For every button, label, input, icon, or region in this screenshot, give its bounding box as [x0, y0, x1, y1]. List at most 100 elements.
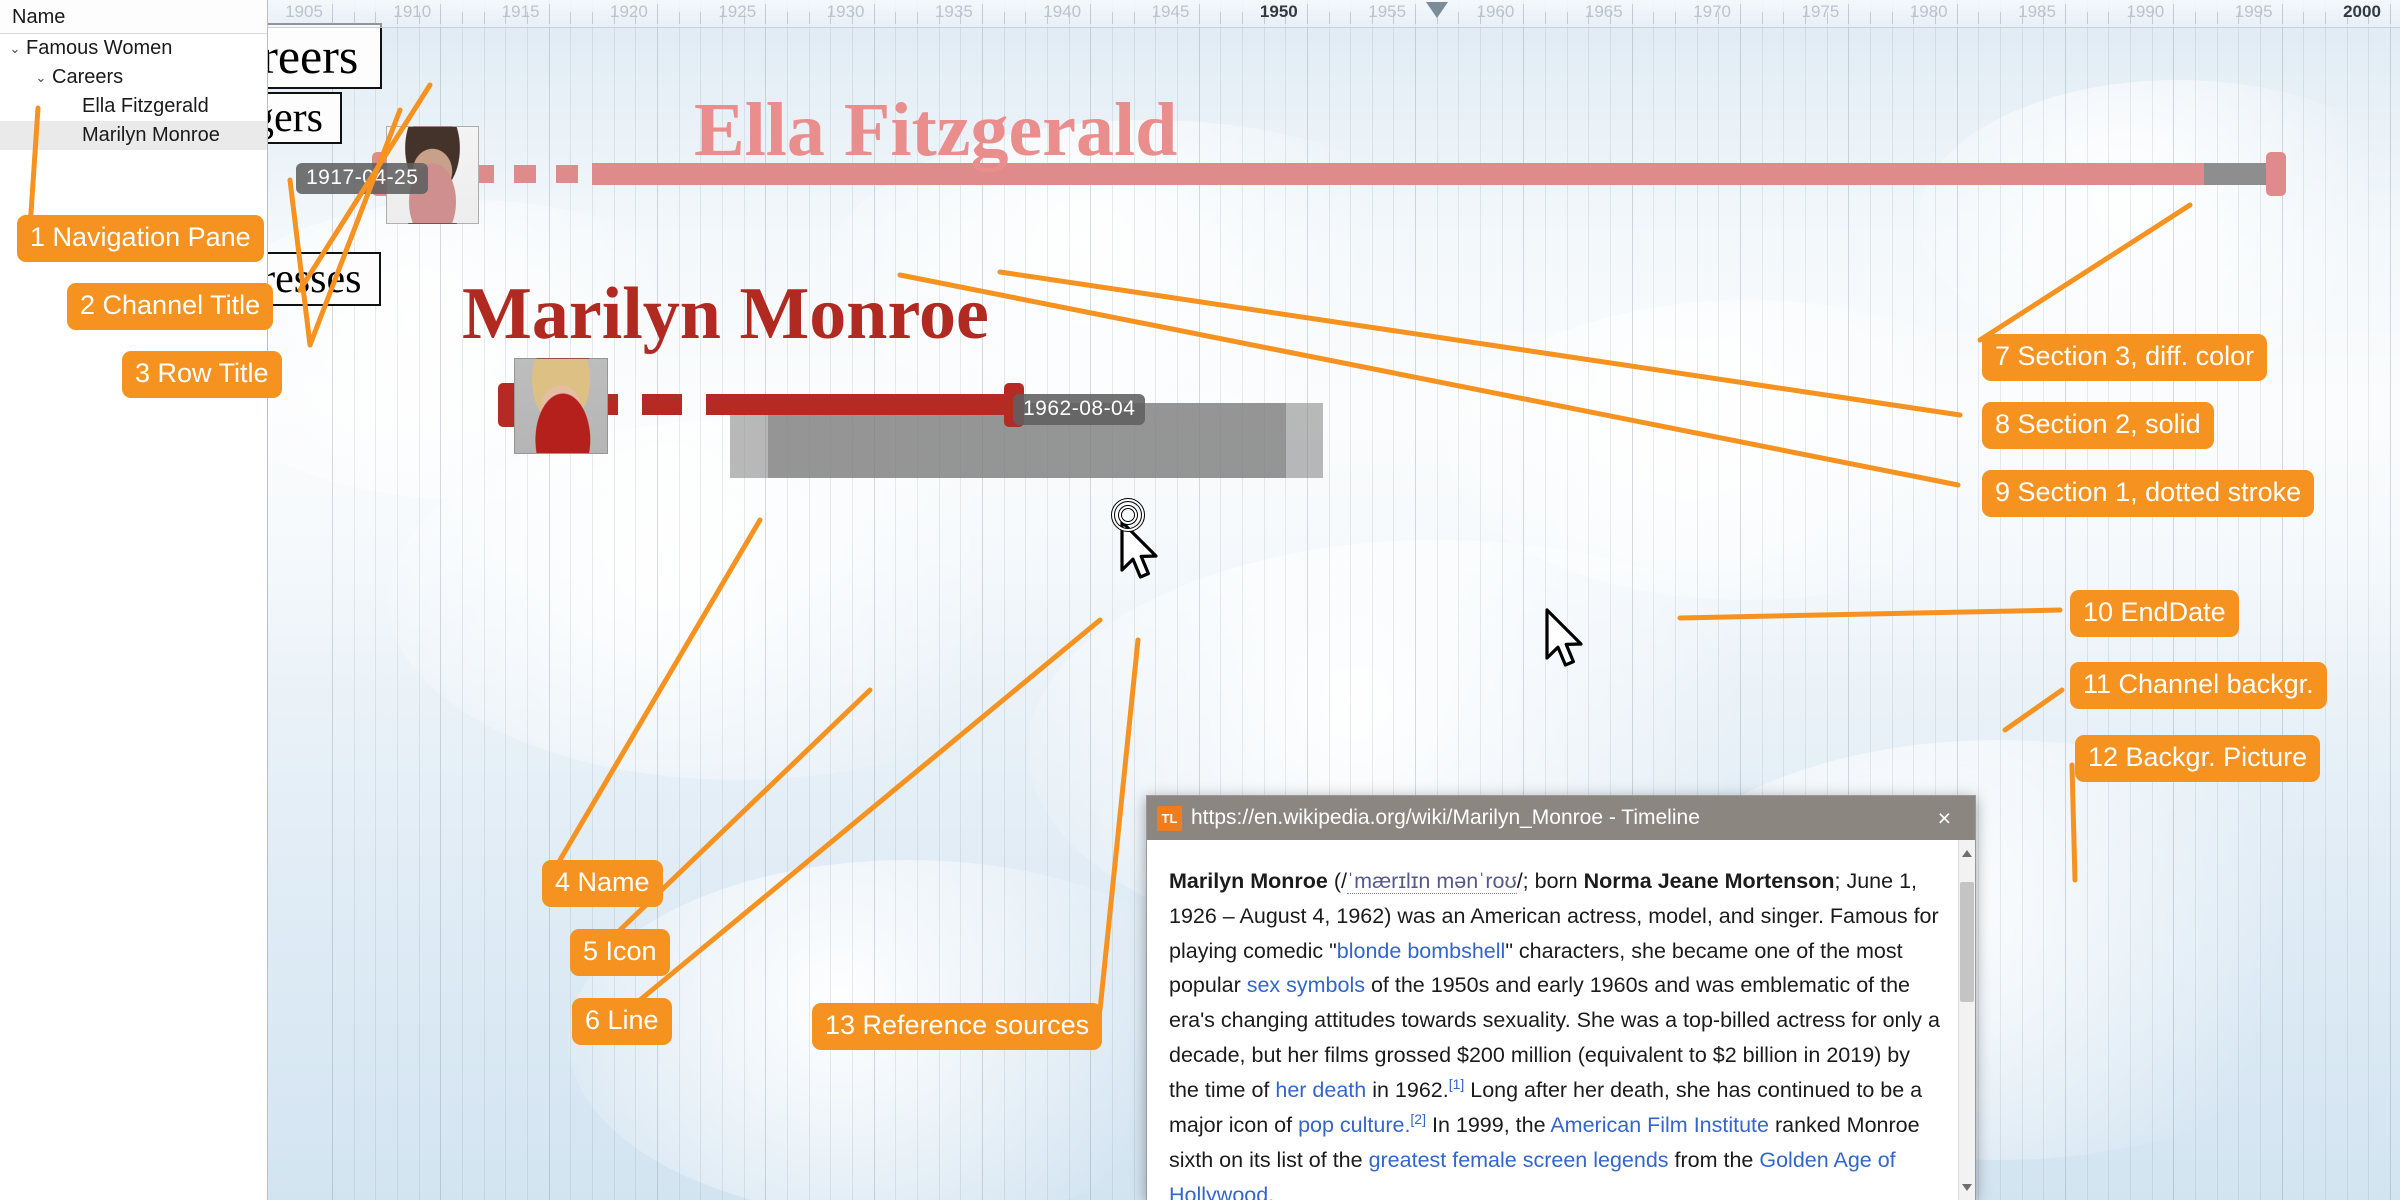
- article-text-run: in 1962.: [1366, 1078, 1449, 1103]
- ruler-tick-mark-minor: [1891, 12, 1893, 24]
- popup-scrollbar[interactable]: [1958, 840, 1975, 1200]
- ruler-tick-mark: [765, 4, 767, 24]
- start-date-label-ella: 1917-04-25: [296, 163, 429, 194]
- ruler-tick-mark-minor: [786, 12, 788, 24]
- ruler-tick-mark-minor: [1783, 12, 1785, 24]
- scroll-down-icon[interactable]: [1962, 1184, 1972, 1191]
- ruler-tick-mark-minor: [1111, 12, 1113, 24]
- nav-item-ella-fitzgerald[interactable]: ⌄Ella Fitzgerald: [0, 92, 267, 121]
- ruler-tick-mark: [2281, 4, 2283, 24]
- scrollbar-thumb[interactable]: [1960, 882, 1974, 1002]
- callout-1-navigation-pane: 1 Navigation Pane: [17, 215, 264, 262]
- ruler-tick-mark-minor: [1025, 12, 1027, 24]
- wiki-link[interactable]: greatest female screen legends: [1369, 1148, 1669, 1172]
- ruler-tick-mark-minor: [2000, 12, 2002, 24]
- wikipedia-article-text: Marilyn Monroe (/ˈmærɪlɪn mənˈroʊ/; born…: [1169, 864, 1943, 1200]
- ruler-tick-mark-minor: [570, 12, 572, 24]
- ruler-tick-mark-minor: [375, 12, 377, 24]
- ruler-year-label: 1945: [1151, 2, 1190, 21]
- ruler-tick-mark-minor: [591, 12, 593, 24]
- ruler-tick-mark-minor: [1241, 12, 1243, 24]
- wiki-link[interactable]: American Film Institute: [1550, 1113, 1769, 1137]
- nav-tree[interactable]: ⌄Famous Women⌄Careers⌄Ella Fitzgerald⌄Ma…: [0, 34, 267, 150]
- ruler-tick-mark: [1306, 4, 1308, 24]
- ruler-year-label: 1940: [1043, 2, 1082, 21]
- time-ruler[interactable]: 1905 1910 1915 1920 1925 1930 1935 1940 1945 1950…: [268, 0, 2400, 28]
- ruler-tick-mark: [656, 4, 658, 24]
- nav-item-careers[interactable]: ⌄ Careers: [0, 63, 267, 92]
- wiki-link[interactable]: sex symbols: [1247, 973, 1365, 997]
- ruler-tick-mark: [1848, 4, 1850, 24]
- article-text-run: (/: [1327, 869, 1347, 893]
- article-text-run: from the: [1668, 1147, 1760, 1172]
- ruler-tick-mark-minor: [483, 12, 485, 24]
- ruler-year-label: 1905: [285, 2, 323, 21]
- ruler-year-label: 1925: [718, 2, 757, 21]
- bar-dash-segment: [706, 394, 746, 415]
- ruler-year-label: 1995: [2234, 2, 2273, 21]
- ruler-year-label: 1930: [826, 2, 865, 21]
- ruler-tick-mark-minor: [1761, 12, 1763, 24]
- ruler-year-label: 1980: [1909, 2, 1948, 21]
- ruler-tick-mark-minor: [1675, 12, 1677, 24]
- ruler-year-label: 1955: [1368, 2, 1407, 21]
- article-text-run: Norma Jeane Mortenson: [1583, 869, 1835, 893]
- ruler-tick-mark: [1415, 4, 1417, 24]
- chevron-down-icon[interactable]: ⌄: [4, 34, 26, 63]
- ruler-tick-mark: [2065, 4, 2067, 24]
- ruler-year-label: 1920: [610, 2, 648, 21]
- ruler-tick-mark-minor: [1978, 12, 1980, 24]
- ruler-tick-mark-minor: [678, 12, 680, 24]
- callout-7-section3-diff-color: 7 Section 3, diff. color: [1982, 334, 2268, 381]
- bar-section2-solid-marilyn: [746, 394, 1014, 415]
- ruler-tick-mark-minor: [1350, 12, 1352, 24]
- ruler-year-label: 1975: [1801, 2, 1840, 21]
- ruler-tick-mark-minor: [1545, 12, 1547, 24]
- ruler-tick-mark: [1631, 4, 1633, 24]
- wiki-link[interactable]: her death: [1275, 1078, 1366, 1102]
- ruler-year-label: 1950: [1259, 2, 1298, 21]
- nav-item-famous-women[interactable]: ⌄ Famous Women: [0, 34, 267, 63]
- ruler-year-label: 1970: [1693, 2, 1732, 21]
- ruler-tick-mark: [2173, 4, 2175, 24]
- ruler-tick-mark: [1740, 4, 1742, 24]
- nav-item-marilyn-monroe[interactable]: ⌄Marilyn Monroe: [0, 121, 267, 150]
- article-text-run: ˈmærɪlɪn mənˈroʊ: [1347, 869, 1517, 894]
- ruler-tick-mark-minor: [1003, 12, 1005, 24]
- end-date-label-marilyn: 1962-08-04: [1013, 394, 1146, 425]
- ruler-year-label: 2000: [2343, 2, 2381, 21]
- callout-2-channel-title: 2 Channel Title: [67, 283, 274, 330]
- ruler-tick-mark-minor: [461, 12, 463, 24]
- ruler-tick-mark: [1198, 4, 1200, 24]
- callout-3-row-title: 3 Row Title: [122, 351, 282, 398]
- nav-item-label: Marilyn Monroe: [82, 124, 220, 146]
- ruler-tick-mark: [873, 4, 875, 24]
- callout-11-channel-background: 11 Channel backgr.: [2070, 662, 2327, 709]
- nav-item-label: Famous Women: [26, 37, 173, 59]
- wiki-link[interactable]: pop culture.: [1298, 1113, 1410, 1137]
- popup-url-label: https://en.wikipedia.org/wiki/Marilyn_Mo…: [1191, 806, 1700, 829]
- ruler-tick-mark: [332, 4, 333, 24]
- ruler-tick-mark-minor: [2303, 12, 2305, 24]
- reference-marker[interactable]: [2]: [1410, 1111, 1426, 1127]
- ruler-year-label: 1990: [2126, 2, 2165, 21]
- current-time-marker-icon[interactable]: [1425, 2, 1448, 18]
- callout-6-line: 6 Line: [572, 998, 672, 1045]
- ruler-tick-mark-minor: [700, 12, 702, 24]
- scroll-up-icon[interactable]: [1962, 850, 1972, 857]
- callout-12-background-picture: 12 Backgr. Picture: [2075, 735, 2321, 782]
- ruler-tick-mark: [1956, 4, 1958, 24]
- wikipedia-popup-window[interactable]: TL https://en.wikipedia.org/wiki/Marilyn…: [1146, 795, 1976, 1200]
- ruler-tick-mark-minor: [1566, 12, 1568, 24]
- ruler-tick-mark-minor: [2108, 12, 2110, 24]
- popup-content-area: Marilyn Monroe (/ˈmærɪlɪn mənˈroʊ/; born…: [1147, 840, 1975, 1200]
- wiki-link[interactable]: blonde bombshell: [1337, 939, 1506, 963]
- ruler-year-label: 1915: [501, 2, 540, 21]
- reference-marker[interactable]: [1]: [1449, 1076, 1465, 1092]
- close-icon[interactable]: ×: [1928, 805, 1965, 832]
- callout-13-reference-sources: 13 Reference sources: [812, 1003, 1103, 1050]
- chevron-down-icon[interactable]: ⌄: [30, 63, 52, 92]
- icon-marilyn-monroe[interactable]: [514, 358, 608, 454]
- ruler-tick-mark: [2390, 4, 2391, 24]
- popup-title-bar[interactable]: TL https://en.wikipedia.org/wiki/Marilyn…: [1147, 796, 1975, 840]
